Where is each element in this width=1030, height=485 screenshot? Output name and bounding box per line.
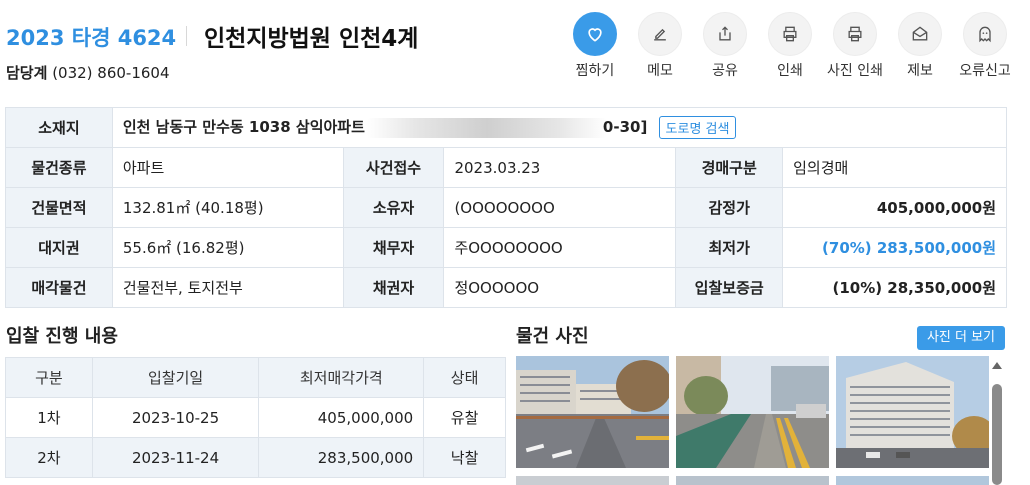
round-cell: 2차: [5, 437, 93, 478]
info-label: 매각물건: [5, 267, 113, 308]
date-cell: 2023-10-25: [91, 397, 260, 438]
location-address: 인천 남동구 만수동 1038 삼익아파트: [122, 118, 365, 136]
info-label: 사건접수: [342, 147, 445, 188]
report-label: 제보: [907, 63, 933, 79]
info-label: 건물면적: [5, 187, 113, 228]
info-value: 임의경매: [782, 147, 1007, 188]
info-value: (OOOOOOOO: [443, 187, 677, 228]
price-cell: 283,500,000: [258, 437, 425, 478]
table-row: 1차 2023-10-25 405,000,000 유찰: [5, 397, 506, 438]
status-cell: 유찰: [423, 397, 506, 438]
property-photo[interactable]: [836, 476, 989, 485]
info-label: 최저가: [675, 227, 784, 268]
info-label: 채권자: [342, 267, 445, 308]
column-header: 입찰기일: [91, 357, 260, 398]
location-label: 소재지: [5, 107, 113, 148]
info-row: 건물면적 132.81㎡ (40.18평) 소유자 (OOOOOOOO 감정가 …: [5, 187, 1007, 228]
location-row: 소재지 인천 남동구 만수동 1038 삼익아파트 0-30] 도로명 검색: [5, 107, 1008, 148]
info-value: 132.81㎡ (40.18평): [111, 187, 344, 228]
title-divider: [186, 26, 187, 46]
column-header: 상태: [423, 357, 506, 398]
info-label: 경매구분: [675, 147, 784, 188]
more-photos-button[interactable]: 사진 더 보기: [917, 326, 1005, 350]
share-label: 공유: [712, 63, 738, 79]
property-photo[interactable]: [676, 476, 829, 485]
memo-button[interactable]: 메모: [628, 12, 692, 80]
action-toolbar: 찜하기 메모 공유 인쇄 사진 인쇄 제보 오류신고: [568, 12, 1028, 82]
edit-icon: [638, 12, 682, 56]
share-icon: [703, 12, 747, 56]
date-cell: 2023-11-24: [91, 437, 260, 478]
info-value: 55.6㎡ (16.82평): [111, 227, 344, 268]
property-photo[interactable]: [516, 356, 669, 468]
print-icon: [768, 12, 812, 56]
report-mail-icon: [898, 12, 942, 56]
heart-icon: [573, 12, 617, 56]
info-value: 정OOOOOO: [443, 267, 677, 308]
auction-header: 2023 타경 4624 인천지방법원 인천4계 담당계 (032) 860-1…: [0, 0, 1030, 100]
info-value: 건물전부, 토지전부: [111, 267, 344, 308]
memo-label: 메모: [647, 63, 673, 79]
column-header: 구분: [5, 357, 93, 398]
error-report-label: 오류신고: [959, 63, 1011, 79]
case-number: 2023 타경 4624: [6, 26, 177, 50]
info-value: 2023.03.23: [443, 147, 677, 188]
scroll-up-icon[interactable]: [992, 362, 1002, 369]
photo-print-label: 사진 인쇄: [827, 63, 883, 79]
ghost-icon: [963, 12, 1007, 56]
property-photo[interactable]: [516, 476, 669, 485]
court-name: 인천지방법원 인천4계: [204, 26, 419, 52]
info-row: 대지권 55.6㎡ (16.82평) 채무자 주OOOOOOOO 최저가 (70…: [5, 227, 1007, 268]
info-row: 물건종류 아파트 사건접수 2023.03.23 경매구분 임의경매: [5, 147, 1007, 188]
property-photo[interactable]: [676, 356, 829, 468]
contact-info: 담당계 (032) 860-1604: [6, 62, 170, 83]
location-value: 인천 남동구 만수동 1038 삼익아파트 0-30] 도로명 검색: [111, 107, 1008, 148]
property-info-table: 소재지 인천 남동구 만수동 1038 삼익아파트 0-30] 도로명 검색 물건…: [5, 107, 1008, 308]
redacted-address: [366, 117, 607, 138]
status-cell: 낙찰: [423, 437, 506, 478]
photo-print-button[interactable]: 사진 인쇄: [823, 12, 887, 80]
minimum-price-value: (70%) 283,500,000원: [782, 227, 1007, 268]
bidding-table: 구분 입찰기일 최저매각가격 상태 1차 2023-10-25 405,000,…: [5, 357, 506, 478]
property-photo[interactable]: [836, 356, 989, 468]
scroll-thumb[interactable]: [992, 384, 1002, 485]
print-button[interactable]: 인쇄: [758, 12, 822, 80]
bidding-section-title: 입찰 진행 내용: [6, 326, 118, 347]
info-label: 입찰보증금: [675, 267, 784, 308]
price-cell: 405,000,000: [258, 397, 425, 438]
contact-phone: (032) 860-1604: [52, 64, 170, 82]
error-report-button[interactable]: 오류신고: [953, 12, 1017, 80]
round-cell: 1차: [5, 397, 93, 438]
location-address-end: 0-30]: [602, 118, 648, 136]
info-label: 채무자: [342, 227, 445, 268]
road-name-search-button[interactable]: 도로명 검색: [658, 116, 737, 139]
bidding-header-row: 구분 입찰기일 최저매각가격 상태: [5, 357, 506, 398]
photos-section-title: 물건 사진: [516, 326, 589, 347]
contact-label: 담당계: [6, 64, 48, 82]
favorite-button[interactable]: 찜하기: [563, 12, 627, 80]
favorite-label: 찜하기: [575, 63, 615, 79]
info-label: 소유자: [342, 187, 445, 228]
info-value: 아파트: [111, 147, 344, 188]
info-label: 대지권: [5, 227, 113, 268]
share-button[interactable]: 공유: [693, 12, 757, 80]
print-label: 인쇄: [777, 63, 803, 79]
info-label: 감정가: [675, 187, 784, 228]
print-photo-icon: [833, 12, 877, 56]
appraisal-value: 405,000,000원: [782, 187, 1007, 228]
table-row: 2차 2023-11-24 283,500,000 낙찰: [5, 437, 506, 478]
report-button[interactable]: 제보: [888, 12, 952, 80]
photo-scrollbar[interactable]: [989, 360, 1005, 485]
bid-deposit-value: (10%) 28,350,000원: [782, 267, 1007, 308]
info-label: 물건종류: [5, 147, 113, 188]
info-row: 매각물건 건물전부, 토지전부 채권자 정OOOOOO 입찰보증금 (10%) …: [5, 267, 1007, 308]
info-value: 주OOOOOOOO: [443, 227, 677, 268]
column-header: 최저매각가격: [258, 357, 425, 398]
